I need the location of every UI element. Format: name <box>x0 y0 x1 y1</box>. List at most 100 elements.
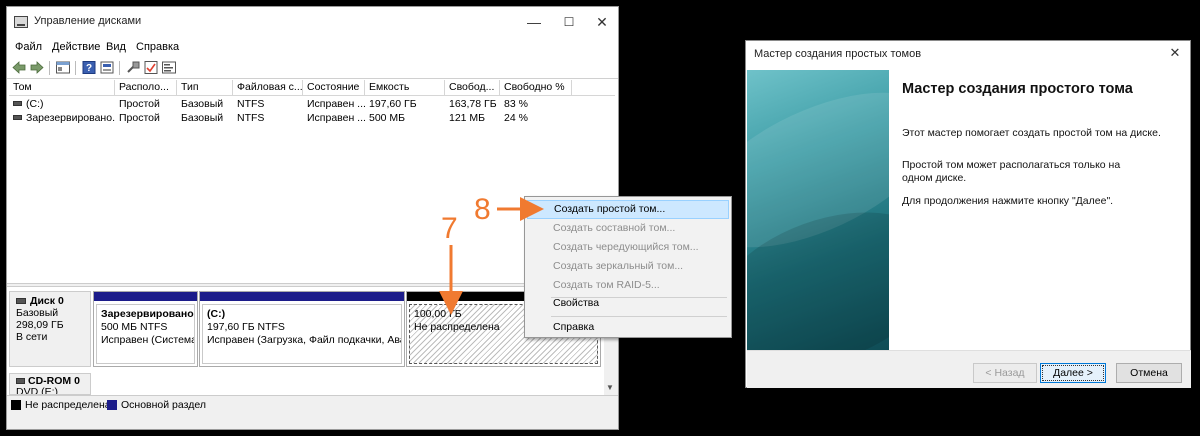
toolbar-separator <box>119 61 120 75</box>
cell-type: Базовый <box>181 112 224 124</box>
menu-view[interactable]: Вид <box>106 41 126 53</box>
partition-status: Исправен (Система, <box>101 334 195 346</box>
toolbar-separator <box>75 61 76 75</box>
column-header-free-percent[interactable]: Свободно % <box>500 80 572 96</box>
cell-volume: Зарезервировано... <box>26 112 115 124</box>
disk-0-type: Базовый <box>16 307 59 319</box>
menu-item-create-striped-volume[interactable]: Создать чередующийся том... <box>527 238 729 257</box>
cell-status: Исправен ... <box>307 98 365 110</box>
cdrom-0-info[interactable]: CD-ROM 0 DVD (E:) <box>9 373 91 395</box>
partition-size: 500 МБ NTFS <box>101 321 168 333</box>
disk-management-icon <box>14 16 28 28</box>
window-title: Управление дисками <box>34 15 142 27</box>
cell-type: Базовый <box>181 98 224 110</box>
menu-item-create-raid5-volume[interactable]: Создать том RAID-5... <box>527 276 729 295</box>
properties-icon[interactable] <box>161 60 177 75</box>
partition-name: Зарезервировано с <box>101 308 195 320</box>
cell-capacity: 500 МБ <box>369 112 406 124</box>
partition-reserved[interactable]: Зарезервировано с 500 МБ NTFS Исправен (… <box>93 291 198 367</box>
menu-item-create-mirrored-volume[interactable]: Создать зеркальный том... <box>527 257 729 276</box>
wizard-close-button[interactable]: ✕ <box>1166 45 1184 61</box>
help-icon[interactable]: ? <box>81 60 97 75</box>
view-icon[interactable] <box>99 60 115 75</box>
table-row[interactable]: Зарезервировано... Простой Базовый NTFS … <box>9 111 615 125</box>
menu-item-properties[interactable]: Свойства <box>527 294 729 313</box>
disk-icon <box>16 298 26 304</box>
wizard-text-3: Для продолжения нажмите кнопку "Далее". <box>902 195 1114 207</box>
cell-layout: Простой <box>119 98 160 110</box>
disk-0-state: В сети <box>16 331 48 343</box>
next-button-label: Далее > <box>1042 365 1104 381</box>
menu-file[interactable]: Файл <box>15 41 42 53</box>
close-button[interactable]: ✕ <box>589 12 615 32</box>
wizard-heading: Мастер создания простого тома <box>902 81 1133 97</box>
cell-free: 163,78 ГБ <box>449 98 497 110</box>
cdrom-detail: DVD (E:) <box>16 386 58 395</box>
drive-icon <box>13 101 22 106</box>
cell-free-percent: 83 % <box>504 98 528 110</box>
cancel-button[interactable]: Отмена <box>1116 363 1182 383</box>
menu-item-help[interactable]: Справка <box>527 318 729 337</box>
svg-text:?: ? <box>86 63 92 74</box>
partition-name: (C:) <box>207 308 226 320</box>
cell-filesystem: NTFS <box>237 112 265 124</box>
step-8-label: 8 <box>474 193 491 226</box>
connect-icon[interactable] <box>125 60 141 75</box>
checklist-icon[interactable] <box>143 60 159 75</box>
wizard-window-title: Мастер создания простых томов <box>754 48 922 60</box>
cell-free-percent: 24 % <box>504 112 528 124</box>
legend-primary: Основной раздел <box>121 399 206 411</box>
step-7-label: 7 <box>441 212 458 245</box>
cell-capacity: 197,60 ГБ <box>369 98 417 110</box>
toolbar-separator <box>49 61 50 75</box>
console-tree-icon[interactable] <box>55 60 71 75</box>
partition-status: Исправен (Загрузка, Файл подкачки, Авари <box>207 334 402 346</box>
minimize-button[interactable]: — <box>521 12 547 32</box>
partition-size: 197,60 ГБ NTFS <box>207 321 285 333</box>
column-header-layout[interactable]: Располо... <box>115 80 177 96</box>
column-header-status[interactable]: Состояние <box>303 80 365 96</box>
back-button[interactable]: < Назад <box>973 363 1037 383</box>
menu-help[interactable]: Справка <box>136 41 179 53</box>
back-icon[interactable] <box>11 60 27 75</box>
drive-icon <box>13 115 22 120</box>
table-row[interactable]: (C:) Простой Базовый NTFS Исправен ... 1… <box>9 97 615 111</box>
column-header-free[interactable]: Свобод... <box>445 80 500 96</box>
disk-0-info[interactable]: Диск 0 Базовый 298,09 ГБ В сети <box>9 291 91 367</box>
forward-icon[interactable] <box>29 60 45 75</box>
status-bar <box>7 413 618 429</box>
cell-layout: Простой <box>119 112 160 124</box>
volume-list-header: Том Располо... Тип Файловая с... Состоян… <box>9 80 615 96</box>
column-header-filesystem[interactable]: Файловая с... <box>233 80 303 96</box>
context-menu: Создать простой том... Создать составной… <box>524 196 732 338</box>
wizard-text-2: Простой том может располагаться только н… <box>902 159 1121 184</box>
legend-swatch-unallocated <box>11 400 21 410</box>
next-button[interactable]: Далее > <box>1040 363 1106 383</box>
column-header-capacity[interactable]: Емкость <box>365 80 445 96</box>
cell-volume: (C:) <box>26 98 44 110</box>
wizard-footer: < Назад Далее > Отмена <box>747 350 1191 388</box>
toolbar: ? <box>7 57 618 79</box>
legend-bar: Не распределена Основной раздел <box>7 395 618 413</box>
menu-bar: Файл Действие Вид Справка <box>7 37 618 57</box>
disk-0-name: Диск 0 <box>30 295 64 307</box>
cell-filesystem: NTFS <box>237 98 265 110</box>
menu-separator <box>551 316 727 317</box>
cell-status: Исправен ... <box>307 112 365 124</box>
disk-0-size: 298,09 ГБ <box>16 319 64 331</box>
column-header-type[interactable]: Тип <box>177 80 233 96</box>
legend-swatch-primary <box>107 400 117 410</box>
legend-unallocated: Не распределена <box>25 399 111 411</box>
column-header-volume[interactable]: Том <box>9 80 115 96</box>
new-simple-volume-wizard: Мастер создания простых томов ✕ Мастер с… <box>745 40 1191 388</box>
maximize-button[interactable]: ☐ <box>556 12 582 32</box>
partition-c[interactable]: (C:) 197,60 ГБ NTFS Исправен (Загрузка, … <box>199 291 405 367</box>
menu-action[interactable]: Действие <box>52 41 100 53</box>
title-bar: Управление дисками — ☐ ✕ <box>7 7 618 37</box>
scroll-down-icon[interactable]: ▼ <box>606 383 614 392</box>
cdrom-icon <box>16 378 25 384</box>
menu-item-create-spanned-volume[interactable]: Создать составной том... <box>527 219 729 238</box>
wizard-text-1: Этот мастер помогает создать простой том… <box>902 127 1161 139</box>
menu-item-create-simple-volume[interactable]: Создать простой том... <box>527 200 729 219</box>
cell-free: 121 МБ <box>449 112 486 124</box>
